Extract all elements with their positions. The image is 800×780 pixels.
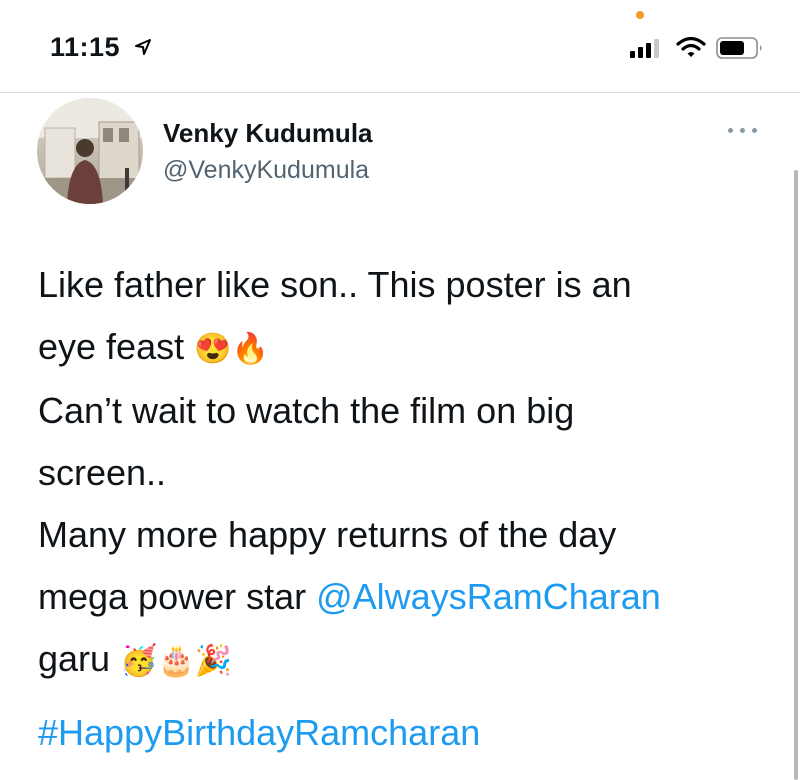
tweet-line-text: eye feast <box>38 326 185 367</box>
battery-icon <box>716 37 762 59</box>
tweet-line: mega power star @AlwaysRamCharan <box>38 566 778 628</box>
header-divider <box>0 92 800 93</box>
recording-indicator <box>636 11 644 19</box>
wifi-icon <box>676 36 706 57</box>
party-popper-emoji: 🎉 <box>194 644 233 678</box>
tweet-line: Can’t wait to watch the film on big <box>38 390 575 432</box>
status-bar: 11:15 <box>0 0 800 92</box>
scroll-indicator[interactable] <box>794 170 798 780</box>
tweet-line: Like father like son.. This poster is an <box>38 264 632 305</box>
tweet-text: Like father like son.. This poster is an… <box>38 254 778 693</box>
heart-eyes-emoji: 😍 <box>194 332 232 366</box>
birthday-cake-emoji: 🎂 <box>157 644 195 678</box>
more-options-icon[interactable] <box>726 124 760 138</box>
tweet-line: eye feast 😍🔥 <box>38 316 778 380</box>
author-handle[interactable]: @VenkyKudumula <box>163 156 369 185</box>
status-time: 11:15 <box>50 32 121 62</box>
partying-face-emoji: 🥳 <box>120 644 158 678</box>
tweet-line: screen.. <box>38 452 167 494</box>
avatar-photo <box>37 98 143 204</box>
cellular-signal-icon <box>630 38 660 58</box>
tweet-line: Many more happy returns of the day <box>38 514 617 556</box>
author-avatar[interactable] <box>37 98 143 204</box>
tweet-line-text: garu <box>38 638 111 680</box>
tweet-line-text: mega power star <box>38 576 317 618</box>
fire-emoji: 🔥 <box>231 332 269 366</box>
hashtag-link[interactable]: #HappyBirthdayRamcharan <box>38 702 480 764</box>
location-arrow-icon <box>135 39 151 55</box>
mention-link[interactable]: @AlwaysRamCharan <box>316 576 661 617</box>
tweet-line: garu 🥳🎂🎉 <box>38 628 778 692</box>
author-display-name[interactable]: Venky Kudumula <box>163 118 373 149</box>
